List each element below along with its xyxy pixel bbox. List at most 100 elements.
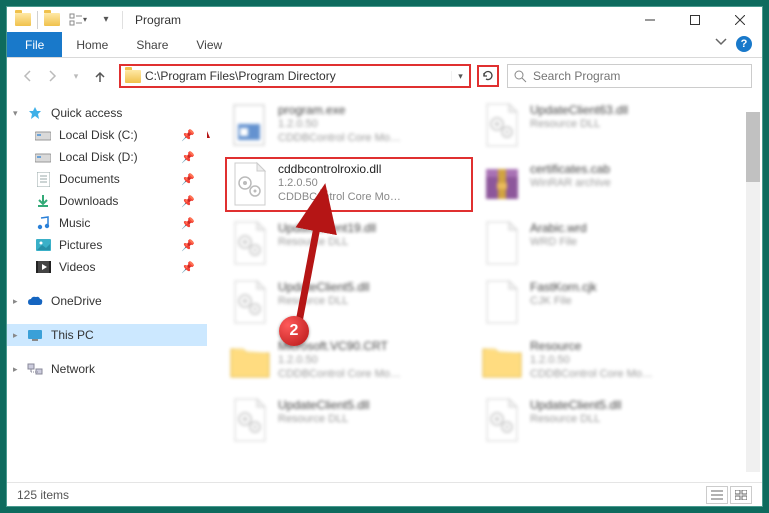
- window-title: Program: [129, 13, 181, 27]
- file-version: Resource DLL: [530, 413, 621, 427]
- file-item[interactable]: UpdateClient19.dllResource DLL: [225, 216, 473, 271]
- file-item[interactable]: Arabic.wrdWRD File: [477, 216, 725, 271]
- nav-pictures[interactable]: Pictures📌: [7, 234, 207, 256]
- scrollbar[interactable]: [746, 98, 760, 482]
- file-name: FastKorn.cjk: [530, 280, 597, 295]
- nav-label: Music: [59, 216, 90, 230]
- file-version: Resource DLL: [530, 118, 628, 132]
- qat-customize-icon[interactable]: ▾: [96, 10, 116, 30]
- file-description: CDDBControl Core Mo…: [530, 368, 653, 382]
- file-version: 1.2.0.50: [278, 354, 401, 368]
- file-item[interactable]: UpdateClient63.dllResource DLL: [477, 98, 725, 153]
- file-item[interactable]: Resource1.2.0.50CDDBControl Core Mo…: [477, 334, 725, 389]
- nav-quick-access[interactable]: ▾ Quick access: [7, 102, 207, 124]
- file-item[interactable]: UpdateClient5.dllResource DLL: [225, 393, 473, 448]
- address-bar[interactable]: C:\Program Files\Program Directory ▾: [119, 64, 471, 88]
- nav-local-disk-c[interactable]: Local Disk (C:)📌: [7, 124, 207, 146]
- chevron-right-icon[interactable]: ▸: [13, 330, 18, 341]
- chevron-down-icon[interactable]: ▾: [13, 108, 18, 119]
- chevron-right-icon[interactable]: ▸: [13, 364, 18, 375]
- nav-label: This PC: [51, 328, 94, 342]
- file-name: program.exe: [278, 103, 401, 118]
- nav-local-disk-d[interactable]: Local Disk (D:)📌: [7, 146, 207, 168]
- nav-back-button[interactable]: [17, 65, 39, 87]
- minimize-button[interactable]: [627, 7, 672, 32]
- status-bar: 125 items: [7, 482, 762, 506]
- file-type-icon: [480, 101, 524, 149]
- search-input[interactable]: [533, 69, 745, 83]
- file-description: CDDBControl Core Mo…: [278, 132, 401, 146]
- file-name: UpdateClient19.dll: [278, 221, 376, 236]
- tab-home[interactable]: Home: [62, 32, 122, 57]
- search-icon: [514, 70, 527, 83]
- file-description: CDDBControl Core Mo…: [278, 191, 401, 205]
- file-item[interactable]: certificates.cabWinRAR archive: [477, 157, 725, 212]
- file-name: UpdateClient5.dll: [530, 398, 621, 413]
- view-details-button[interactable]: [706, 486, 728, 504]
- file-item[interactable]: UpdateClient5.dllResource DLL: [225, 275, 473, 330]
- ribbon-collapse-button[interactable]: [714, 34, 728, 53]
- file-version: Resource DLL: [278, 413, 369, 427]
- file-description: CDDBControl Core Mo…: [278, 368, 401, 382]
- file-item[interactable]: program.exe1.2.0.50CDDBControl Core Mo…: [225, 98, 473, 153]
- nav-downloads[interactable]: Downloads📌: [7, 190, 207, 212]
- tab-share[interactable]: Share: [122, 32, 182, 57]
- file-name: UpdateClient5.dll: [278, 398, 369, 413]
- file-type-icon: [228, 101, 272, 149]
- cloud-icon: [27, 293, 43, 309]
- nav-forward-button[interactable]: [41, 65, 63, 87]
- nav-label: Downloads: [59, 194, 118, 208]
- nav-label: Network: [51, 362, 95, 376]
- download-icon: [35, 193, 51, 209]
- navigation-pane: ▾ Quick access Local Disk (C:)📌 Local Di…: [7, 94, 207, 482]
- file-type-icon: [228, 396, 272, 444]
- nav-onedrive[interactable]: ▸OneDrive: [7, 290, 207, 312]
- chevron-right-icon[interactable]: ▸: [13, 296, 18, 307]
- file-tab[interactable]: File: [7, 32, 62, 57]
- qat-new-folder-icon[interactable]: [44, 13, 60, 26]
- scrollbar-thumb[interactable]: [746, 112, 760, 182]
- maximize-button[interactable]: [672, 7, 717, 32]
- nav-documents[interactable]: Documents📌: [7, 168, 207, 190]
- video-icon: [35, 259, 51, 275]
- qat-properties-icon[interactable]: ▾: [66, 11, 90, 29]
- file-name: certificates.cab: [530, 162, 611, 177]
- nav-label: Videos: [59, 260, 95, 274]
- app-icon: [15, 13, 31, 26]
- explorer-window: ▾ ▾ Program File Home Share View ? ▾: [6, 6, 763, 507]
- view-large-icons-button[interactable]: [730, 486, 752, 504]
- file-item[interactable]: cddbcontrolroxio.dll1.2.0.50CDDBControl …: [225, 157, 473, 212]
- address-dropdown-icon[interactable]: ▾: [451, 71, 469, 82]
- qat-separator-2: [122, 11, 123, 29]
- file-type-icon: [480, 396, 524, 444]
- document-icon: [35, 171, 51, 187]
- refresh-button[interactable]: [477, 65, 499, 87]
- file-item[interactable]: Microsoft.VC90.CRT1.2.0.50CDDBControl Co…: [225, 334, 473, 389]
- nav-videos[interactable]: Videos 📌: [7, 256, 207, 278]
- nav-network[interactable]: ▸ Network: [7, 358, 207, 380]
- pin-icon: 📌: [181, 261, 195, 274]
- nav-music[interactable]: Music 📌: [7, 212, 207, 234]
- nav-label: Local Disk (D:): [59, 150, 138, 164]
- file-name: UpdateClient63.dll: [530, 103, 628, 118]
- computer-icon: [27, 327, 43, 343]
- file-item[interactable]: UpdateClient5.dllResource DLL: [477, 393, 725, 448]
- help-button[interactable]: ?: [736, 36, 752, 52]
- file-version: Resource DLL: [278, 295, 369, 309]
- nav-label: Documents: [59, 172, 120, 186]
- file-version: 1.2.0.50: [278, 177, 401, 191]
- nav-recent-button[interactable]: ▾: [65, 65, 87, 87]
- file-version: 1.2.0.50: [278, 118, 401, 132]
- music-icon: [35, 215, 51, 231]
- close-button[interactable]: [717, 7, 762, 32]
- nav-this-pc[interactable]: ▸ This PC: [7, 324, 207, 346]
- tab-view[interactable]: View: [182, 32, 236, 57]
- pin-icon: 📌: [181, 217, 195, 230]
- file-type-icon: [228, 219, 272, 267]
- file-name: Resource: [530, 339, 653, 354]
- search-box[interactable]: [507, 64, 752, 88]
- nav-up-button[interactable]: [89, 65, 111, 87]
- file-name: cddbcontrolroxio.dll: [278, 162, 401, 177]
- pin-icon: 📌: [181, 239, 195, 252]
- file-item[interactable]: FastKorn.cjkCJK File: [477, 275, 725, 330]
